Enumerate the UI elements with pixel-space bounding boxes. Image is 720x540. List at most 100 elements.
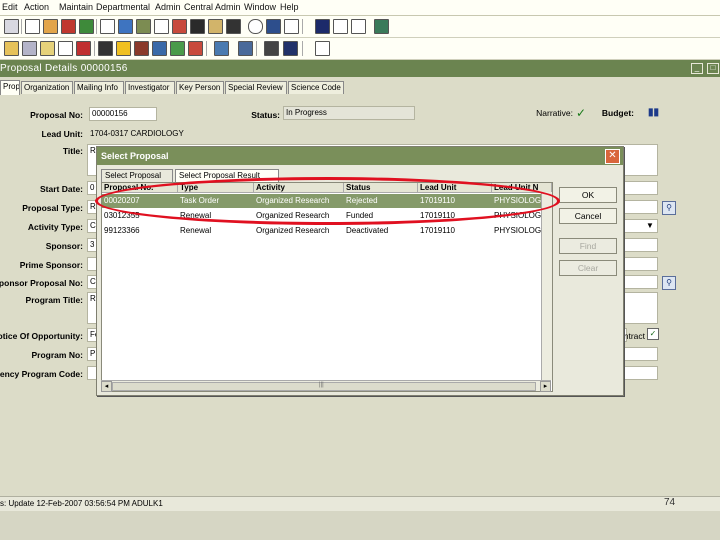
column-header-proposal-no[interactable]: Proposal No. (102, 183, 178, 193)
split-view-icon[interactable] (333, 19, 348, 34)
window-icon[interactable] (284, 19, 299, 34)
pencil-icon[interactable] (188, 41, 203, 56)
search-icon[interactable]: ⚲ (662, 276, 676, 290)
tab-organization[interactable]: Organization (21, 81, 73, 94)
tab-special-review[interactable]: Special Review (225, 81, 287, 94)
close-window-icon[interactable] (315, 41, 330, 56)
scrollbar-thumb[interactable] (112, 382, 536, 391)
cell-lead-unit: 17019110 (420, 226, 455, 235)
program-title-label: Program Title: (25, 295, 83, 305)
cell-lead-unit: 17019110 (420, 211, 455, 220)
chevron-down-icon[interactable]: ▼ (646, 221, 654, 230)
notes-icon[interactable] (266, 19, 281, 34)
tab-science-code[interactable]: Science Code (288, 81, 344, 94)
menu-help[interactable]: Help (280, 2, 299, 12)
horizontal-scrollbar[interactable]: ◂ ||| ▸ (101, 380, 551, 392)
menu-admin[interactable]: Admin (155, 2, 181, 12)
cell-status: Deactivated (346, 226, 389, 235)
tab-mailing-info[interactable]: Mailing Info (74, 81, 124, 94)
tab-select-proposal-result[interactable]: Select Proposal Result (175, 169, 279, 182)
delete-icon[interactable] (61, 19, 76, 34)
menu-edit[interactable]: Edit (2, 2, 18, 12)
cell-proposal-no: 03012355 (104, 211, 140, 220)
cell-proposal-no: 00020207 (104, 196, 140, 205)
attachment-icon[interactable] (40, 41, 55, 56)
edit-icon[interactable] (43, 19, 58, 34)
grip-icon: ||| (319, 382, 324, 388)
activity-type-label: Activity Type: (27, 222, 83, 232)
exit-icon[interactable] (374, 19, 389, 34)
flag-icon[interactable] (76, 41, 91, 56)
column-header-type[interactable]: Type (178, 183, 254, 193)
report-icon[interactable] (136, 19, 151, 34)
monitor-icon[interactable] (238, 41, 253, 56)
cell-lead-unit: 17019110 (420, 196, 455, 205)
people-icon[interactable] (152, 41, 167, 56)
search-icon[interactable]: ⚲ (662, 201, 676, 215)
tab-key-person[interactable]: Key Person (176, 81, 224, 94)
table-row[interactable]: 00020207 Task Order Organized Research R… (102, 194, 552, 208)
menu-central-admin[interactable]: Central Admin (184, 2, 241, 12)
column-header-status[interactable]: Status (344, 183, 418, 193)
bottom-band (0, 511, 720, 540)
leaf-icon[interactable] (170, 41, 185, 56)
check-icon: ✓ (576, 106, 587, 120)
scroll-right-icon[interactable]: ▸ (540, 381, 551, 392)
menu-maintain[interactable]: Maintain (59, 2, 93, 12)
page-number: 74 (664, 497, 676, 508)
columns-icon[interactable] (226, 19, 241, 34)
copy-icon[interactable] (22, 41, 37, 56)
menu-departmental[interactable]: Departmental (96, 2, 150, 12)
budget-icon[interactable]: ▮▮ (648, 107, 659, 118)
person-icon[interactable] (79, 19, 94, 34)
print-icon[interactable] (208, 19, 223, 34)
table-row[interactable]: 99123366 Renewal Organized Research Deac… (102, 224, 552, 238)
cancel-button[interactable]: Cancel (559, 208, 617, 224)
save-icon[interactable] (283, 41, 298, 56)
proposal-no-field: 00000156 (89, 107, 157, 121)
vertical-scrollbar[interactable] (541, 192, 552, 380)
find-button[interactable]: Find (559, 238, 617, 254)
budget-label: Budget: (601, 108, 634, 118)
dialog-title-bar: Select Proposal (97, 147, 623, 165)
chart-icon[interactable] (172, 19, 187, 34)
table-row[interactable]: 03012355 Renewal Organized Research Fund… (102, 209, 552, 223)
key-icon[interactable] (190, 19, 205, 34)
restore-icon[interactable]: □ (707, 63, 719, 74)
book-icon[interactable] (98, 41, 113, 56)
menu-bar: Edit Action Maintain Departmental Admin … (0, 0, 720, 16)
tab-select-proposal[interactable]: Select Proposal (101, 169, 173, 182)
menu-window[interactable]: Window (244, 2, 276, 12)
toolbar-separator (302, 41, 303, 56)
window-title-bar: Proposal Details 00000156 _ □ (0, 60, 720, 77)
mail-icon[interactable] (58, 41, 73, 56)
notice-label: Notice Of Opportunity: (0, 331, 83, 341)
contract-checkbox[interactable]: ✓ (647, 328, 659, 340)
toolbar-separator (206, 41, 207, 56)
table-icon[interactable] (351, 19, 366, 34)
minimize-icon[interactable]: _ (691, 63, 703, 74)
printer-icon[interactable] (264, 41, 279, 56)
cell-type: Renewal (180, 211, 212, 220)
column-header-lead-unit[interactable]: Lead Unit (418, 183, 492, 193)
tab-investigator[interactable]: Investigator (125, 81, 175, 94)
menu-action[interactable]: Action (24, 2, 49, 12)
clock-icon[interactable] (248, 19, 263, 34)
form-icon[interactable] (100, 19, 115, 34)
close-icon[interactable]: ✕ (605, 149, 620, 164)
scroll-left-icon[interactable]: ◂ (101, 381, 112, 392)
warning-icon[interactable] (116, 41, 131, 56)
lead-unit-value: 1704-0317 CARDIOLOGY (90, 129, 184, 138)
folder-icon[interactable] (4, 41, 19, 56)
tab-proposal[interactable]: Proposal (0, 80, 20, 95)
list-icon[interactable] (315, 19, 330, 34)
calendar-icon[interactable] (154, 19, 169, 34)
dropdown-icon[interactable] (4, 19, 19, 34)
grid-icon[interactable] (118, 19, 133, 34)
new-document-icon[interactable] (25, 19, 40, 34)
ok-button[interactable]: OK (559, 187, 617, 203)
column-header-activity[interactable]: Activity (254, 183, 344, 193)
person-list-icon[interactable] (134, 41, 149, 56)
clear-button[interactable]: Clear (559, 260, 617, 276)
network-icon[interactable] (214, 41, 229, 56)
